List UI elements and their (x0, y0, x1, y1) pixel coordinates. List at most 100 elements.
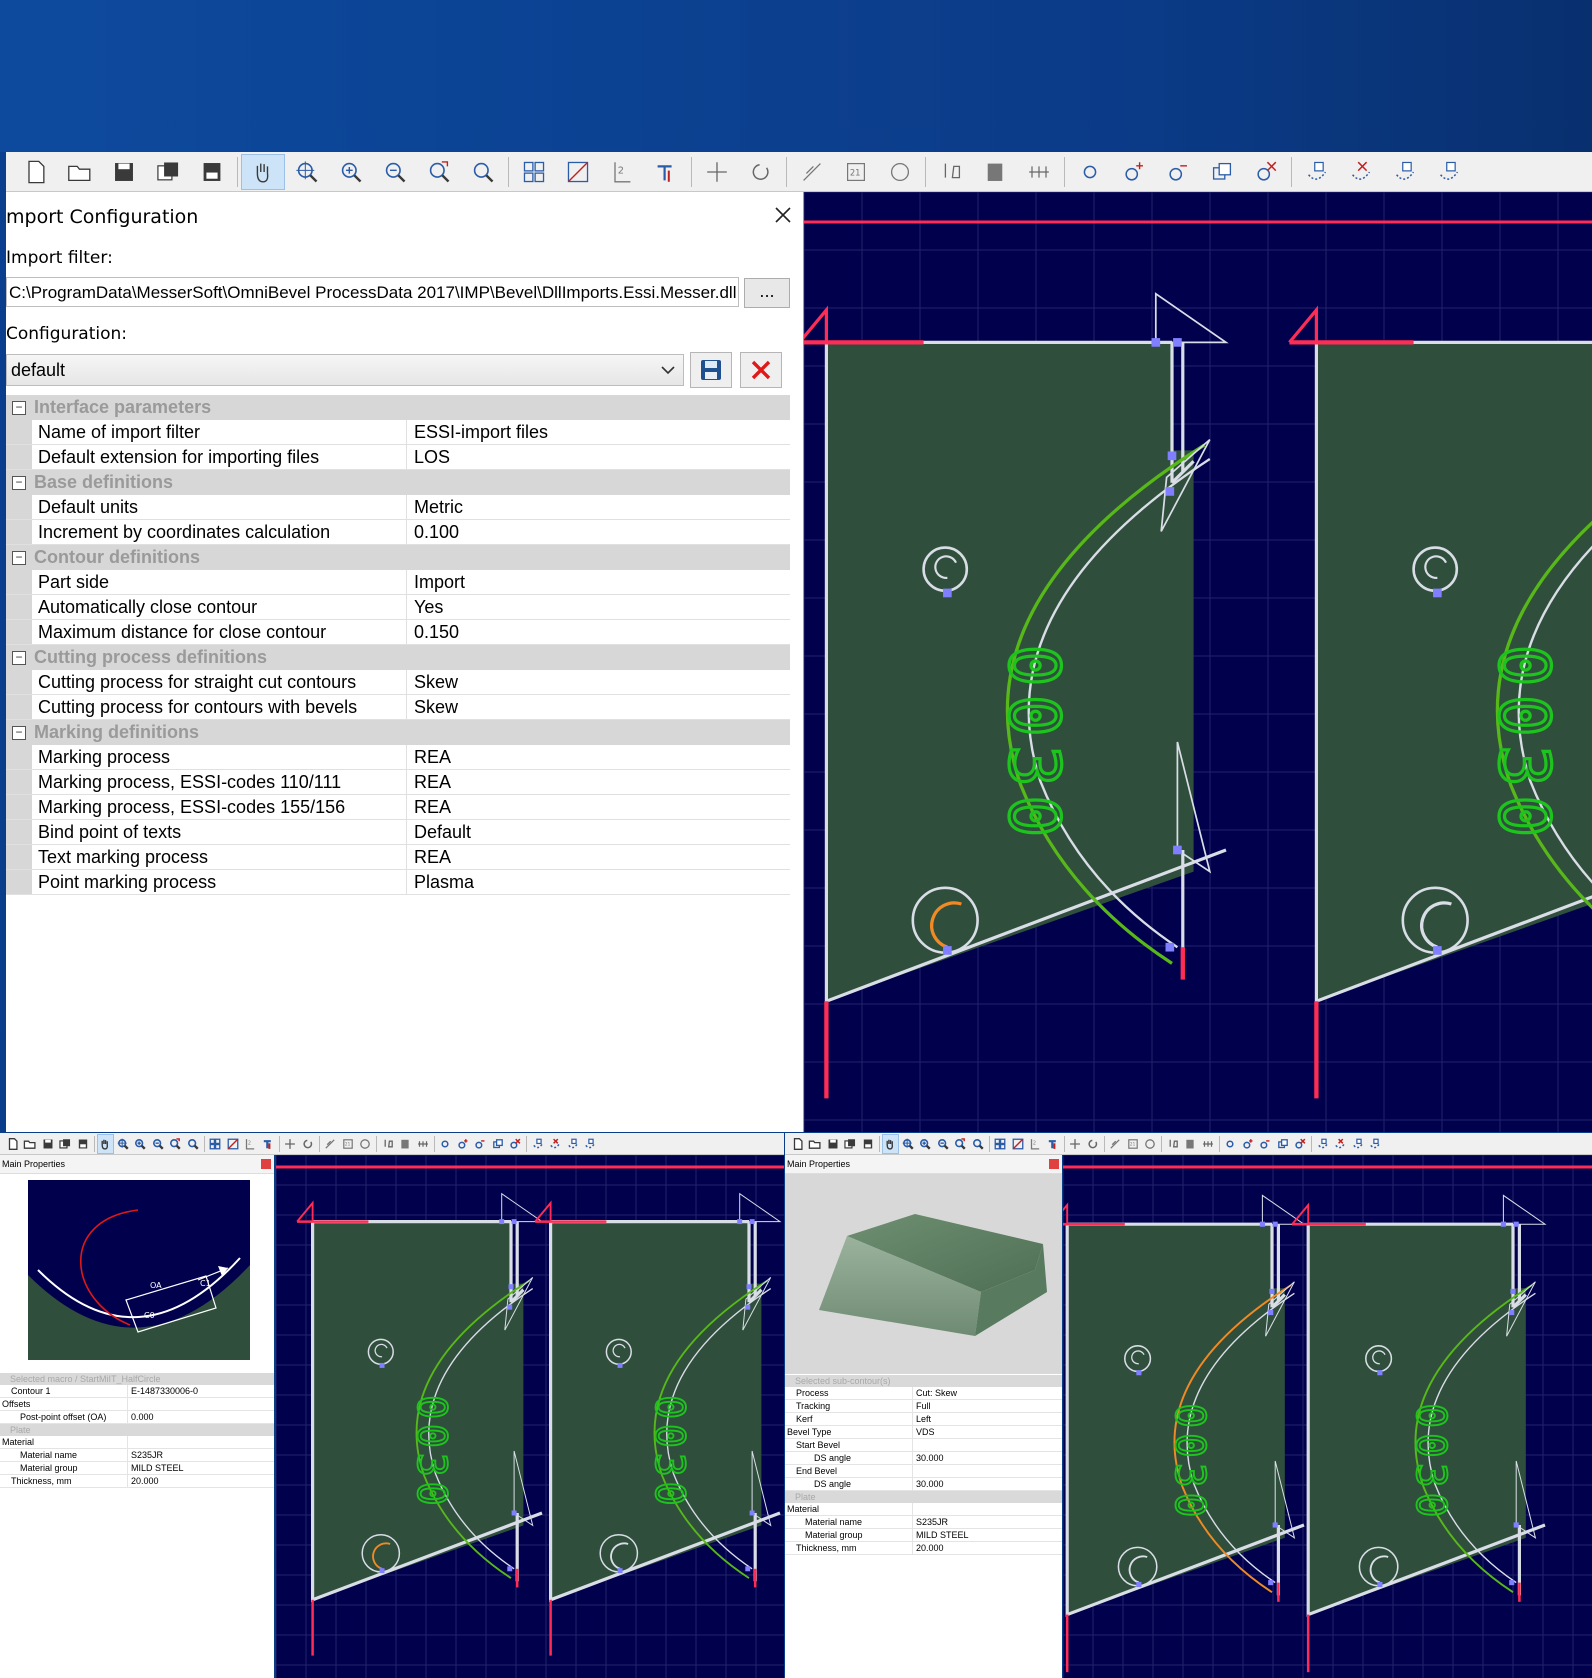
contour-copy-button[interactable] (489, 1134, 507, 1154)
move-button[interactable] (695, 154, 739, 190)
new-file-button[interactable] (789, 1134, 807, 1154)
cut-button[interactable] (379, 1134, 397, 1154)
delete-configuration-button[interactable] (740, 352, 782, 388)
save-all-button[interactable] (146, 154, 190, 190)
property-row[interactable]: Material (785, 1503, 1062, 1516)
contour-delete-button[interactable] (1244, 154, 1288, 190)
property-row[interactable]: Start Bevel (785, 1439, 1062, 1452)
configuration-select[interactable]: default (6, 354, 684, 386)
new-file-button[interactable] (4, 1134, 22, 1154)
node-copy-button[interactable] (1349, 1134, 1367, 1154)
property-value[interactable]: 30.000 (913, 1452, 944, 1464)
zoom-in-button[interactable] (132, 1134, 150, 1154)
zoom-previous-button[interactable] (461, 154, 505, 190)
zoom-fit-button[interactable] (114, 1134, 132, 1154)
numbering-button[interactable]: 21 (339, 1134, 357, 1154)
property-row[interactable]: Increment by coordinates calculation 0.10… (6, 520, 790, 545)
circle-add-button[interactable] (1239, 1134, 1257, 1154)
node-delete-button[interactable] (1332, 1134, 1350, 1154)
property-row[interactable]: Post-point offset (OA) 0.000 (0, 1411, 274, 1424)
property-row[interactable]: Name of import filter ESSI-import files (6, 420, 790, 445)
property-row[interactable]: End Bevel (785, 1465, 1062, 1478)
zoom-previous-button[interactable] (184, 1134, 202, 1154)
save-all-button[interactable] (57, 1134, 75, 1154)
save-button[interactable] (39, 1134, 57, 1154)
rotate-button[interactable] (299, 1134, 317, 1154)
circle-add-button[interactable] (1112, 154, 1156, 190)
rotate-button[interactable] (1084, 1134, 1102, 1154)
cad-view-lower-right[interactable]: 0030 0030 (1063, 1155, 1592, 1678)
property-row[interactable]: Marking process, ESSI-codes 155/156 REA (6, 795, 790, 820)
property-row[interactable]: Thickness, mm 20.000 (0, 1475, 274, 1488)
circle-tool-button[interactable] (357, 1134, 375, 1154)
paste-button[interactable] (397, 1134, 415, 1154)
property-value[interactable]: 30.000 (913, 1478, 944, 1490)
node-paste-button[interactable] (582, 1134, 600, 1154)
property-row[interactable]: Cutting process for contours with bevels… (6, 695, 790, 720)
paste-button[interactable] (1182, 1134, 1200, 1154)
node-button[interactable] (1314, 1134, 1332, 1154)
hatch-button[interactable] (1009, 1134, 1027, 1154)
property-row[interactable]: DS angle 30.000 (785, 1452, 1062, 1465)
node-copy-button[interactable] (1383, 154, 1427, 190)
property-value[interactable]: 20.000 (913, 1542, 944, 1554)
save-button[interactable] (824, 1134, 842, 1154)
property-value[interactable]: Skew (407, 695, 458, 719)
paste-button[interactable] (973, 154, 1017, 190)
property-value[interactable]: Default (407, 820, 471, 844)
property-row[interactable]: Material (0, 1436, 274, 1449)
property-row[interactable]: Default units Metric (6, 495, 790, 520)
circle-button[interactable] (1222, 1134, 1240, 1154)
property-row[interactable]: Point marking process Plasma (6, 870, 790, 895)
property-row[interactable]: DS angle 30.000 (785, 1478, 1062, 1491)
save-all-button[interactable] (842, 1134, 860, 1154)
contour-delete-button[interactable] (1292, 1134, 1310, 1154)
save-configuration-button[interactable] (690, 352, 732, 388)
property-value[interactable] (913, 1503, 916, 1515)
pan-hand-button[interactable] (96, 1133, 114, 1154)
property-row[interactable]: Automatically close contour Yes (6, 595, 790, 620)
save-as-button[interactable] (859, 1134, 877, 1154)
bevel-tool-button[interactable] (1044, 1134, 1062, 1154)
contour-copy-button[interactable] (1274, 1134, 1292, 1154)
property-row[interactable]: Marking process REA (6, 745, 790, 770)
circle-tool-button[interactable] (1142, 1134, 1160, 1154)
numbering-button[interactable]: 21 (834, 154, 878, 190)
cad-view-main[interactable]: 0030 0030 (804, 192, 1592, 1132)
node-copy-button[interactable] (564, 1134, 582, 1154)
property-value[interactable]: 20.000 (128, 1475, 159, 1487)
property-value[interactable]: ESSI-import files (407, 420, 548, 444)
property-row[interactable]: Material name S235JR (785, 1516, 1062, 1529)
property-value[interactable]: Yes (407, 595, 443, 619)
lead-button[interactable] (322, 1134, 340, 1154)
cad-canvas[interactable]: 0030 0030 (276, 1155, 784, 1678)
property-row[interactable]: Process Cut: Skew (785, 1387, 1062, 1400)
zoom-window-button[interactable] (417, 154, 461, 190)
property-row[interactable]: Thickness, mm 20.000 (785, 1542, 1062, 1555)
grid-view-button[interactable] (512, 154, 556, 190)
contour-delete-button[interactable] (507, 1134, 525, 1154)
numbering-button[interactable]: 21 (1124, 1134, 1142, 1154)
grid-view-button[interactable] (207, 1134, 225, 1154)
property-value[interactable]: 0.000 (128, 1411, 154, 1423)
property-value[interactable]: VDS (913, 1426, 935, 1438)
grid-view-button[interactable] (992, 1134, 1010, 1154)
circle-add-button[interactable] (454, 1134, 472, 1154)
property-value[interactable]: Import (407, 570, 465, 594)
zoom-out-button[interactable] (149, 1134, 167, 1154)
circle-edit-button[interactable] (1156, 154, 1200, 190)
save-button[interactable] (102, 154, 146, 190)
pan-hand-button[interactable] (881, 1133, 899, 1154)
property-value[interactable]: REA (407, 845, 451, 869)
open-folder-button[interactable] (58, 154, 102, 190)
property-row[interactable]: Cutting process for straight cut contour… (6, 670, 790, 695)
lead-button[interactable] (790, 154, 834, 190)
dimension-button[interactable]: 2 (242, 1134, 260, 1154)
property-value[interactable]: S235JR (913, 1516, 948, 1528)
property-row[interactable]: Marking process, ESSI-codes 110/111 REA (6, 770, 790, 795)
property-value[interactable]: Left (913, 1413, 931, 1425)
zoom-previous-button[interactable] (969, 1134, 987, 1154)
cad-canvas[interactable]: 0030 0030 (804, 192, 1592, 1132)
move-button[interactable] (1067, 1134, 1085, 1154)
property-value[interactable] (913, 1439, 916, 1451)
